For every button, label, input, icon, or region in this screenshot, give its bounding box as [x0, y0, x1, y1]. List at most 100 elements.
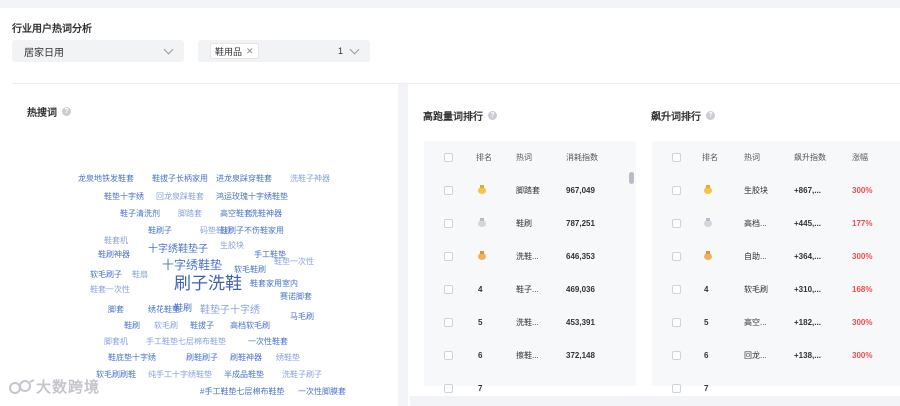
tag-remove-icon[interactable]: ✕	[246, 46, 254, 57]
cloud-word[interactable]: 鞋垫十字绣	[104, 191, 144, 202]
cloud-word[interactable]: 软毛刷刷鞋	[96, 369, 136, 380]
table-row[interactable]: 脚踏套 967,049	[424, 174, 636, 207]
row-checkbox[interactable]	[444, 351, 453, 360]
cloud-word[interactable]: 脚踏套	[178, 208, 202, 219]
row-checkbox[interactable]	[672, 252, 681, 261]
hot-word[interactable]: 擦鞋...	[516, 350, 539, 361]
silver-medal-icon	[478, 218, 486, 229]
cloud-word[interactable]: 纯手工十字绣鞋垫	[148, 369, 212, 380]
row-checkbox[interactable]	[444, 318, 453, 327]
row-checkbox[interactable]	[444, 285, 453, 294]
cloud-word[interactable]: 高档软毛刷	[230, 320, 270, 331]
table-row[interactable]: 6 回龙... +138,... 300%	[652, 339, 900, 372]
growth-value: 300%	[852, 186, 873, 195]
row-checkbox[interactable]	[672, 186, 681, 195]
hot-word[interactable]: 高空...	[744, 317, 767, 328]
hot-search-title-text: 热搜词	[27, 108, 57, 119]
cloud-word[interactable]: 洗鞋子刷子	[282, 369, 322, 380]
cloud-word[interactable]: 脚套机	[104, 336, 128, 347]
cloud-word[interactable]: 鞋拔子长柄家用	[152, 173, 208, 184]
cloud-word[interactable]: 鞋刷子	[148, 225, 172, 236]
cloud-word[interactable]: 生胶块	[220, 240, 244, 251]
cloud-word[interactable]: 鞋刷	[174, 301, 192, 314]
cloud-word[interactable]: 鸿运玫瑰十字绣鞋垫	[216, 191, 288, 202]
help-icon[interactable]: ?	[488, 111, 497, 120]
row-checkbox[interactable]	[444, 219, 453, 228]
cloud-word[interactable]: 鞋扇	[132, 269, 148, 280]
cloud-word[interactable]: 洗鞋神器	[250, 208, 282, 219]
cloud-word[interactable]: 半成品鞋垫	[224, 369, 264, 380]
cloud-word[interactable]: 龙泉地铁发鞋套	[78, 173, 134, 184]
cloud-word[interactable]: 高空鞋套	[220, 208, 252, 219]
cloud-word[interactable]: 鞋垫子十字绣	[200, 301, 260, 316]
cloud-word[interactable]: 刷子洗鞋	[174, 269, 242, 294]
row-checkbox[interactable]	[672, 351, 681, 360]
hot-word[interactable]: 高档...	[744, 218, 767, 229]
cloud-word[interactable]: 鞋套机	[104, 235, 128, 246]
hot-word[interactable]: 回龙...	[744, 350, 767, 361]
cloud-word[interactable]: 鞋刷子不伤鞋家用	[220, 225, 284, 236]
select-all-checkbox[interactable]	[672, 153, 681, 162]
row-checkbox[interactable]	[672, 318, 681, 327]
cloud-word[interactable]: 软毛刷	[154, 320, 178, 331]
cloud-word[interactable]: 刷鞋刷子	[186, 352, 218, 363]
cloud-word[interactable]: 马毛刷	[290, 311, 314, 322]
row-checkbox[interactable]	[672, 384, 681, 393]
index-value: 469,036	[566, 285, 595, 294]
row-checkbox[interactable]	[672, 285, 681, 294]
table-row[interactable]: 鞋刷 787,251	[424, 207, 636, 240]
hot-word[interactable]: 鞋子...	[516, 284, 539, 295]
row-checkbox[interactable]	[444, 384, 453, 393]
row-checkbox[interactable]	[672, 219, 681, 228]
select-all-checkbox[interactable]	[444, 153, 453, 162]
watermark: 大数跨境	[8, 376, 100, 397]
cloud-word[interactable]: 回龙泉踩鞋套	[156, 191, 204, 202]
table-row[interactable]: 生胶块 +867,... 300%	[652, 174, 900, 207]
medal-icon	[478, 251, 486, 260]
row-checkbox[interactable]	[444, 186, 453, 195]
table-row[interactable]: 自助... +364,... 300%	[652, 240, 900, 273]
cloud-word[interactable]: 绣鞋垫	[276, 352, 300, 363]
hot-word[interactable]: 鞋刷	[516, 218, 532, 229]
cloud-word[interactable]: 洗鞋子神器	[290, 173, 330, 184]
cloud-word[interactable]: 鞋套一次性	[90, 284, 130, 295]
category-select[interactable]: 居家日用	[12, 40, 184, 62]
table-row[interactable]: 高档... +445,... 177%	[652, 207, 900, 240]
cloud-word[interactable]: 一次性鞋套	[248, 336, 288, 347]
growth-value: 300%	[852, 351, 873, 360]
cloud-word[interactable]: 脚套	[108, 304, 124, 315]
cloud-word[interactable]: #手工鞋垫七层棉布鞋垫	[200, 386, 284, 397]
table-row[interactable]: 4 软毛刷 +310,... 168%	[652, 273, 900, 306]
cloud-word[interactable]: 软毛刷子	[90, 269, 122, 280]
help-icon[interactable]: ?	[62, 107, 71, 116]
scrollbar[interactable]	[629, 172, 634, 184]
hot-word[interactable]: 洗鞋...	[516, 317, 539, 328]
hot-word[interactable]: 软毛刷	[744, 284, 768, 295]
cloud-word[interactable]: 鞋底垫十字绣	[108, 352, 156, 363]
cloud-word[interactable]: 赛诺脚套	[280, 291, 312, 302]
cloud-word[interactable]: 鞋拔子	[190, 320, 214, 331]
hot-word[interactable]: 洗鞋...	[516, 251, 539, 262]
table-row[interactable]: 洗鞋... 646,353	[424, 240, 636, 273]
cloud-word[interactable]: 一次性脚膜套	[298, 386, 346, 397]
hot-word[interactable]: 自助...	[744, 251, 767, 262]
table-row[interactable]: 4 鞋子... 469,036	[424, 273, 636, 306]
tag-select[interactable]: 鞋用品 ✕ 1	[198, 40, 370, 62]
row-checkbox[interactable]	[444, 252, 453, 261]
cloud-word[interactable]: 鞋子清洗剂	[120, 208, 160, 219]
cloud-word[interactable]: 鞋刷	[124, 320, 140, 331]
help-icon[interactable]: ?	[706, 111, 715, 120]
table-row[interactable]: 6 擦鞋... 372,148	[424, 339, 636, 372]
cloud-word[interactable]: 鞋刷神器	[98, 249, 130, 260]
cloud-word[interactable]: 刷鞋神器	[230, 352, 262, 363]
table-row[interactable]: 5 洗鞋... 453,391	[424, 306, 636, 339]
cloud-word[interactable]: 手工鞋垫七层棉布鞋垫	[146, 336, 226, 347]
rising-rank-title-text: 飙升词排行	[651, 112, 701, 123]
table-row[interactable]: 5 高空... +182,... 300%	[652, 306, 900, 339]
cloud-word[interactable]: 鞋套家用室内	[250, 278, 298, 289]
cloud-word[interactable]: 鞋垫一次性	[274, 256, 314, 267]
cloud-word[interactable]: 十字绣鞋垫子	[148, 240, 208, 255]
cloud-word[interactable]: 进龙泉踩穿鞋套	[216, 173, 272, 184]
hot-word[interactable]: 脚踏套	[516, 185, 540, 196]
hot-word[interactable]: 生胶块	[744, 185, 768, 196]
